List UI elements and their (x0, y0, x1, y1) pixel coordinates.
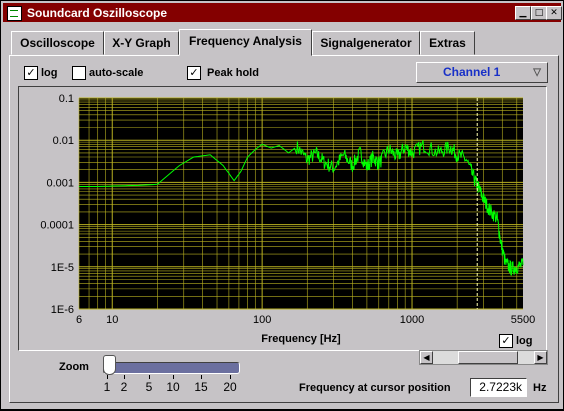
tab-label: Frequency Analysis (189, 34, 302, 48)
x-axis-label: Frequency [Hz] (261, 333, 341, 345)
cursor-frequency-display: 2.7223k (470, 378, 527, 397)
cursor-frequency-unit: Hz (533, 382, 547, 394)
y-tick-label: 0.01 (53, 135, 74, 147)
zoom-tick-label: 10 (166, 380, 180, 394)
cursor-frequency-label: Frequency at cursor position (299, 382, 451, 394)
app-window: Soundcard Oszilloscope ▁ □ ✕ Oscilloscop… (0, 0, 564, 410)
zoom-tick (107, 375, 108, 379)
zoom-tick (149, 375, 150, 379)
zoom-slider-track[interactable] (103, 362, 240, 374)
scroll-right-icon[interactable]: ▶ (534, 351, 547, 364)
scroll-thumb[interactable] (458, 351, 518, 364)
y-axis-ticks: 0.1 0.01 0.001 0.0001 1E-5 1E-6 (40, 93, 74, 316)
cursor-frequency-value: 2.7223k (479, 380, 522, 394)
plot-area (79, 98, 523, 309)
zoom-tick (230, 375, 231, 379)
horizontal-scrollbar[interactable]: ◀ ▶ (419, 350, 548, 365)
tab-frequency-analysis[interactable]: Frequency Analysis (179, 29, 312, 56)
x-axis-ticks: 6 10 100 1000 5500 (76, 314, 535, 326)
y-tick-label: 1E-6 (51, 304, 74, 316)
zoom-tick-label: 2 (120, 380, 128, 394)
zoom-tick-label: 20 (223, 380, 237, 394)
y-tick-label: 1E-5 (51, 262, 74, 274)
x-tick-label: 10 (106, 314, 118, 326)
x-tick-label: 5500 (511, 314, 535, 326)
zoom-tick-label: 15 (194, 380, 208, 394)
zoom-slider-thumb[interactable] (103, 355, 116, 375)
zoom-tick (173, 375, 174, 379)
x-tick-label: 6 (76, 314, 82, 326)
y-tick-label: 0.1 (59, 93, 74, 105)
x-log-label: log (516, 335, 533, 347)
zoom-tick (124, 375, 125, 379)
x-log-checkbox[interactable]: ✓ (499, 334, 513, 348)
x-tick-label: 1000 (400, 314, 424, 326)
scroll-left-icon[interactable]: ◀ (420, 351, 433, 364)
y-tick-label: 0.0001 (40, 220, 74, 232)
y-tick-label: 0.001 (46, 177, 74, 189)
zoom-tick-label: 5 (145, 380, 153, 394)
zoom-label: Zoom (59, 361, 89, 373)
zoom-tick (201, 375, 202, 379)
x-tick-label: 100 (253, 314, 271, 326)
